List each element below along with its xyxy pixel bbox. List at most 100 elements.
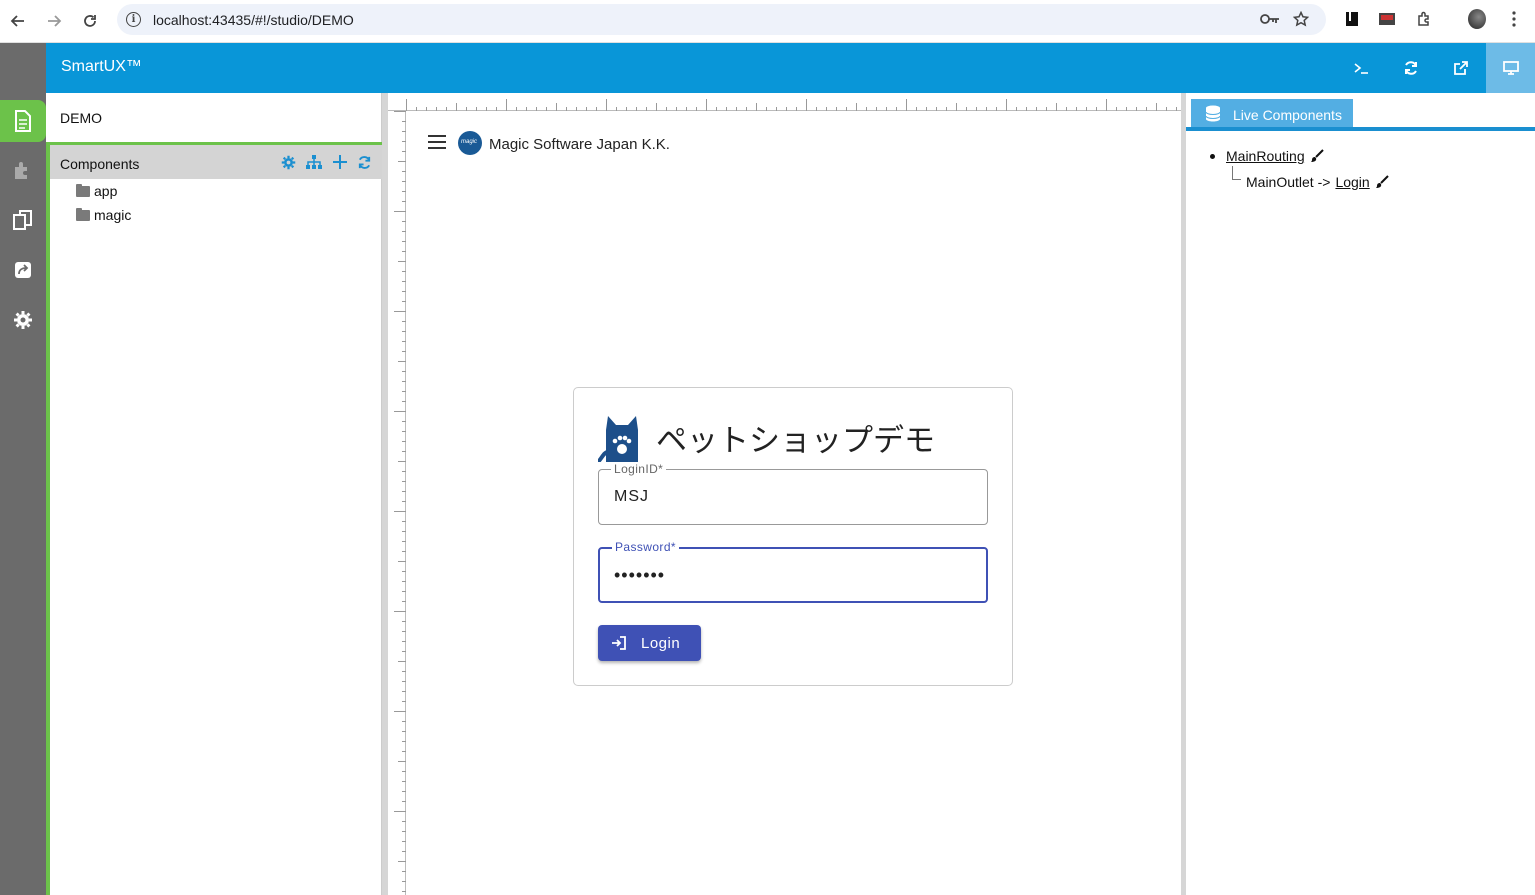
- key-icon[interactable]: [1260, 13, 1280, 25]
- login-icon: [612, 636, 626, 650]
- tree-item-label: magic: [94, 207, 132, 223]
- browser-toolbar: i localhost:43435/#!/studio/DEMO: [0, 0, 1535, 43]
- ruler-tick: [406, 99, 407, 111]
- ruler-tick: [756, 103, 757, 111]
- folder-icon: [76, 207, 90, 221]
- login-id-label: LoginID*: [611, 462, 667, 476]
- ruler-tick: [806, 99, 807, 111]
- sidebar-item-share[interactable]: [0, 249, 46, 291]
- screen-ext-icon[interactable]: [1378, 10, 1396, 28]
- ruler-tick: [906, 99, 907, 111]
- login-button[interactable]: Login: [598, 625, 701, 661]
- design-canvas: Magic Software Japan K.K. ペットショップデモ Logi…: [388, 93, 1181, 895]
- terminal-icon: [1354, 63, 1368, 74]
- database-icon: [1205, 105, 1221, 122]
- magic-logo: [458, 131, 482, 155]
- ruler-tick: [398, 361, 406, 362]
- forward-button[interactable]: [36, 0, 72, 43]
- components-title: Components: [60, 156, 140, 172]
- live-components-panel: Live Components MainRouting MainOutlet -…: [1186, 93, 1535, 895]
- ruler-tick: [506, 99, 507, 111]
- ruler-tick: [398, 261, 406, 262]
- gear-icon: [14, 311, 32, 329]
- menu-kebab-icon[interactable]: [1505, 10, 1523, 28]
- star-icon[interactable]: [1293, 11, 1309, 27]
- components-refresh-button[interactable]: [355, 153, 373, 171]
- external-link-icon: [1454, 61, 1468, 75]
- ruler-tick: [398, 761, 406, 762]
- url-text: localhost:43435/#!/studio/DEMO: [153, 11, 354, 28]
- ruler-tick: [394, 611, 406, 612]
- hamburger-menu-icon[interactable]: [428, 135, 446, 151]
- project-panel: DEMO Components app magic: [46, 93, 382, 895]
- refresh-icon: [1405, 61, 1417, 75]
- shop-title: ペットショップデモ: [656, 423, 935, 459]
- components-add-button[interactable]: [331, 153, 349, 171]
- tree-node-main-routing: MainRouting: [1210, 148, 1324, 164]
- cat-logo-icon: [598, 416, 638, 462]
- arrow-right-icon: [48, 15, 62, 27]
- share-icon: [15, 262, 31, 278]
- vertical-ruler: [388, 111, 406, 895]
- login-card: ペットショップデモ LoginID* MSJ Password* •••••••…: [573, 387, 1013, 686]
- brush-icon[interactable]: [1375, 175, 1389, 189]
- ruler-tick: [394, 811, 406, 812]
- main-routing-link[interactable]: MainRouting: [1226, 148, 1305, 164]
- ruler-tick: [1056, 103, 1057, 111]
- back-button[interactable]: [0, 0, 36, 43]
- tree-item-magic[interactable]: magic: [76, 205, 131, 225]
- console-button[interactable]: [1336, 43, 1386, 93]
- ruler-tick: [394, 111, 406, 112]
- tree-node-main-outlet: MainOutlet -> Login: [1246, 174, 1389, 190]
- folder-icon: [76, 183, 90, 197]
- ruler-tick: [394, 411, 406, 412]
- login-component-link[interactable]: Login: [1335, 174, 1369, 190]
- info-icon[interactable]: i: [126, 12, 141, 27]
- horizontal-ruler: [388, 93, 1181, 111]
- password-label: Password*: [612, 540, 679, 554]
- app-title: SmartUX™: [61, 58, 142, 75]
- sitemap-icon: [306, 155, 322, 169]
- live-components-tab-label: Live Components: [1233, 107, 1342, 123]
- profile-avatar[interactable]: [1468, 9, 1486, 29]
- sidebar-item-plugins[interactable]: [0, 149, 46, 191]
- app-header: SmartUX™: [46, 43, 1535, 93]
- refresh-button[interactable]: [1386, 43, 1436, 93]
- sidebar-item-pages[interactable]: [0, 100, 46, 142]
- preview-button[interactable]: [1486, 43, 1535, 93]
- preview-page: Magic Software Japan K.K. ペットショップデモ Logi…: [406, 111, 1181, 895]
- address-bar[interactable]: i localhost:43435/#!/studio/DEMO: [117, 4, 1326, 35]
- login-id-field[interactable]: LoginID* MSJ: [598, 462, 988, 525]
- live-components-tab[interactable]: Live Components: [1191, 99, 1353, 127]
- extensions-icon[interactable]: [1415, 10, 1433, 28]
- open-external-button[interactable]: [1436, 43, 1486, 93]
- components-header: Components: [50, 145, 382, 179]
- gear-icon: [281, 155, 295, 169]
- tree-item-app[interactable]: app: [76, 181, 117, 201]
- reload-button[interactable]: [72, 0, 108, 43]
- ruler-tick: [456, 103, 457, 111]
- sidebar-item-copy[interactable]: [0, 199, 46, 241]
- monitor-icon: [1503, 61, 1519, 75]
- ruler-tick: [394, 511, 406, 512]
- copy-icon: [13, 210, 32, 230]
- bullet: [1210, 153, 1215, 159]
- password-field[interactable]: Password* •••••••: [598, 540, 988, 603]
- components-settings-button[interactable]: [279, 153, 297, 171]
- password-value: •••••••: [614, 565, 666, 585]
- login-button-label: Login: [641, 635, 681, 652]
- bookmark-ext-icon[interactable]: [1343, 10, 1361, 28]
- left-nav-strip: [0, 43, 46, 895]
- components-hierarchy-button[interactable]: [305, 153, 323, 171]
- plus-icon: [333, 155, 347, 169]
- sidebar-item-settings[interactable]: [0, 299, 46, 341]
- brush-icon[interactable]: [1310, 149, 1324, 163]
- ruler-tick: [398, 661, 406, 662]
- ruler-tick: [556, 103, 557, 111]
- ruler-tick: [1106, 99, 1107, 111]
- tree-item-label: app: [94, 183, 118, 199]
- ruler-tick: [398, 861, 406, 862]
- ruler-tick: [394, 211, 406, 212]
- refresh-icon: [358, 155, 370, 169]
- puzzle-icon: [15, 162, 27, 179]
